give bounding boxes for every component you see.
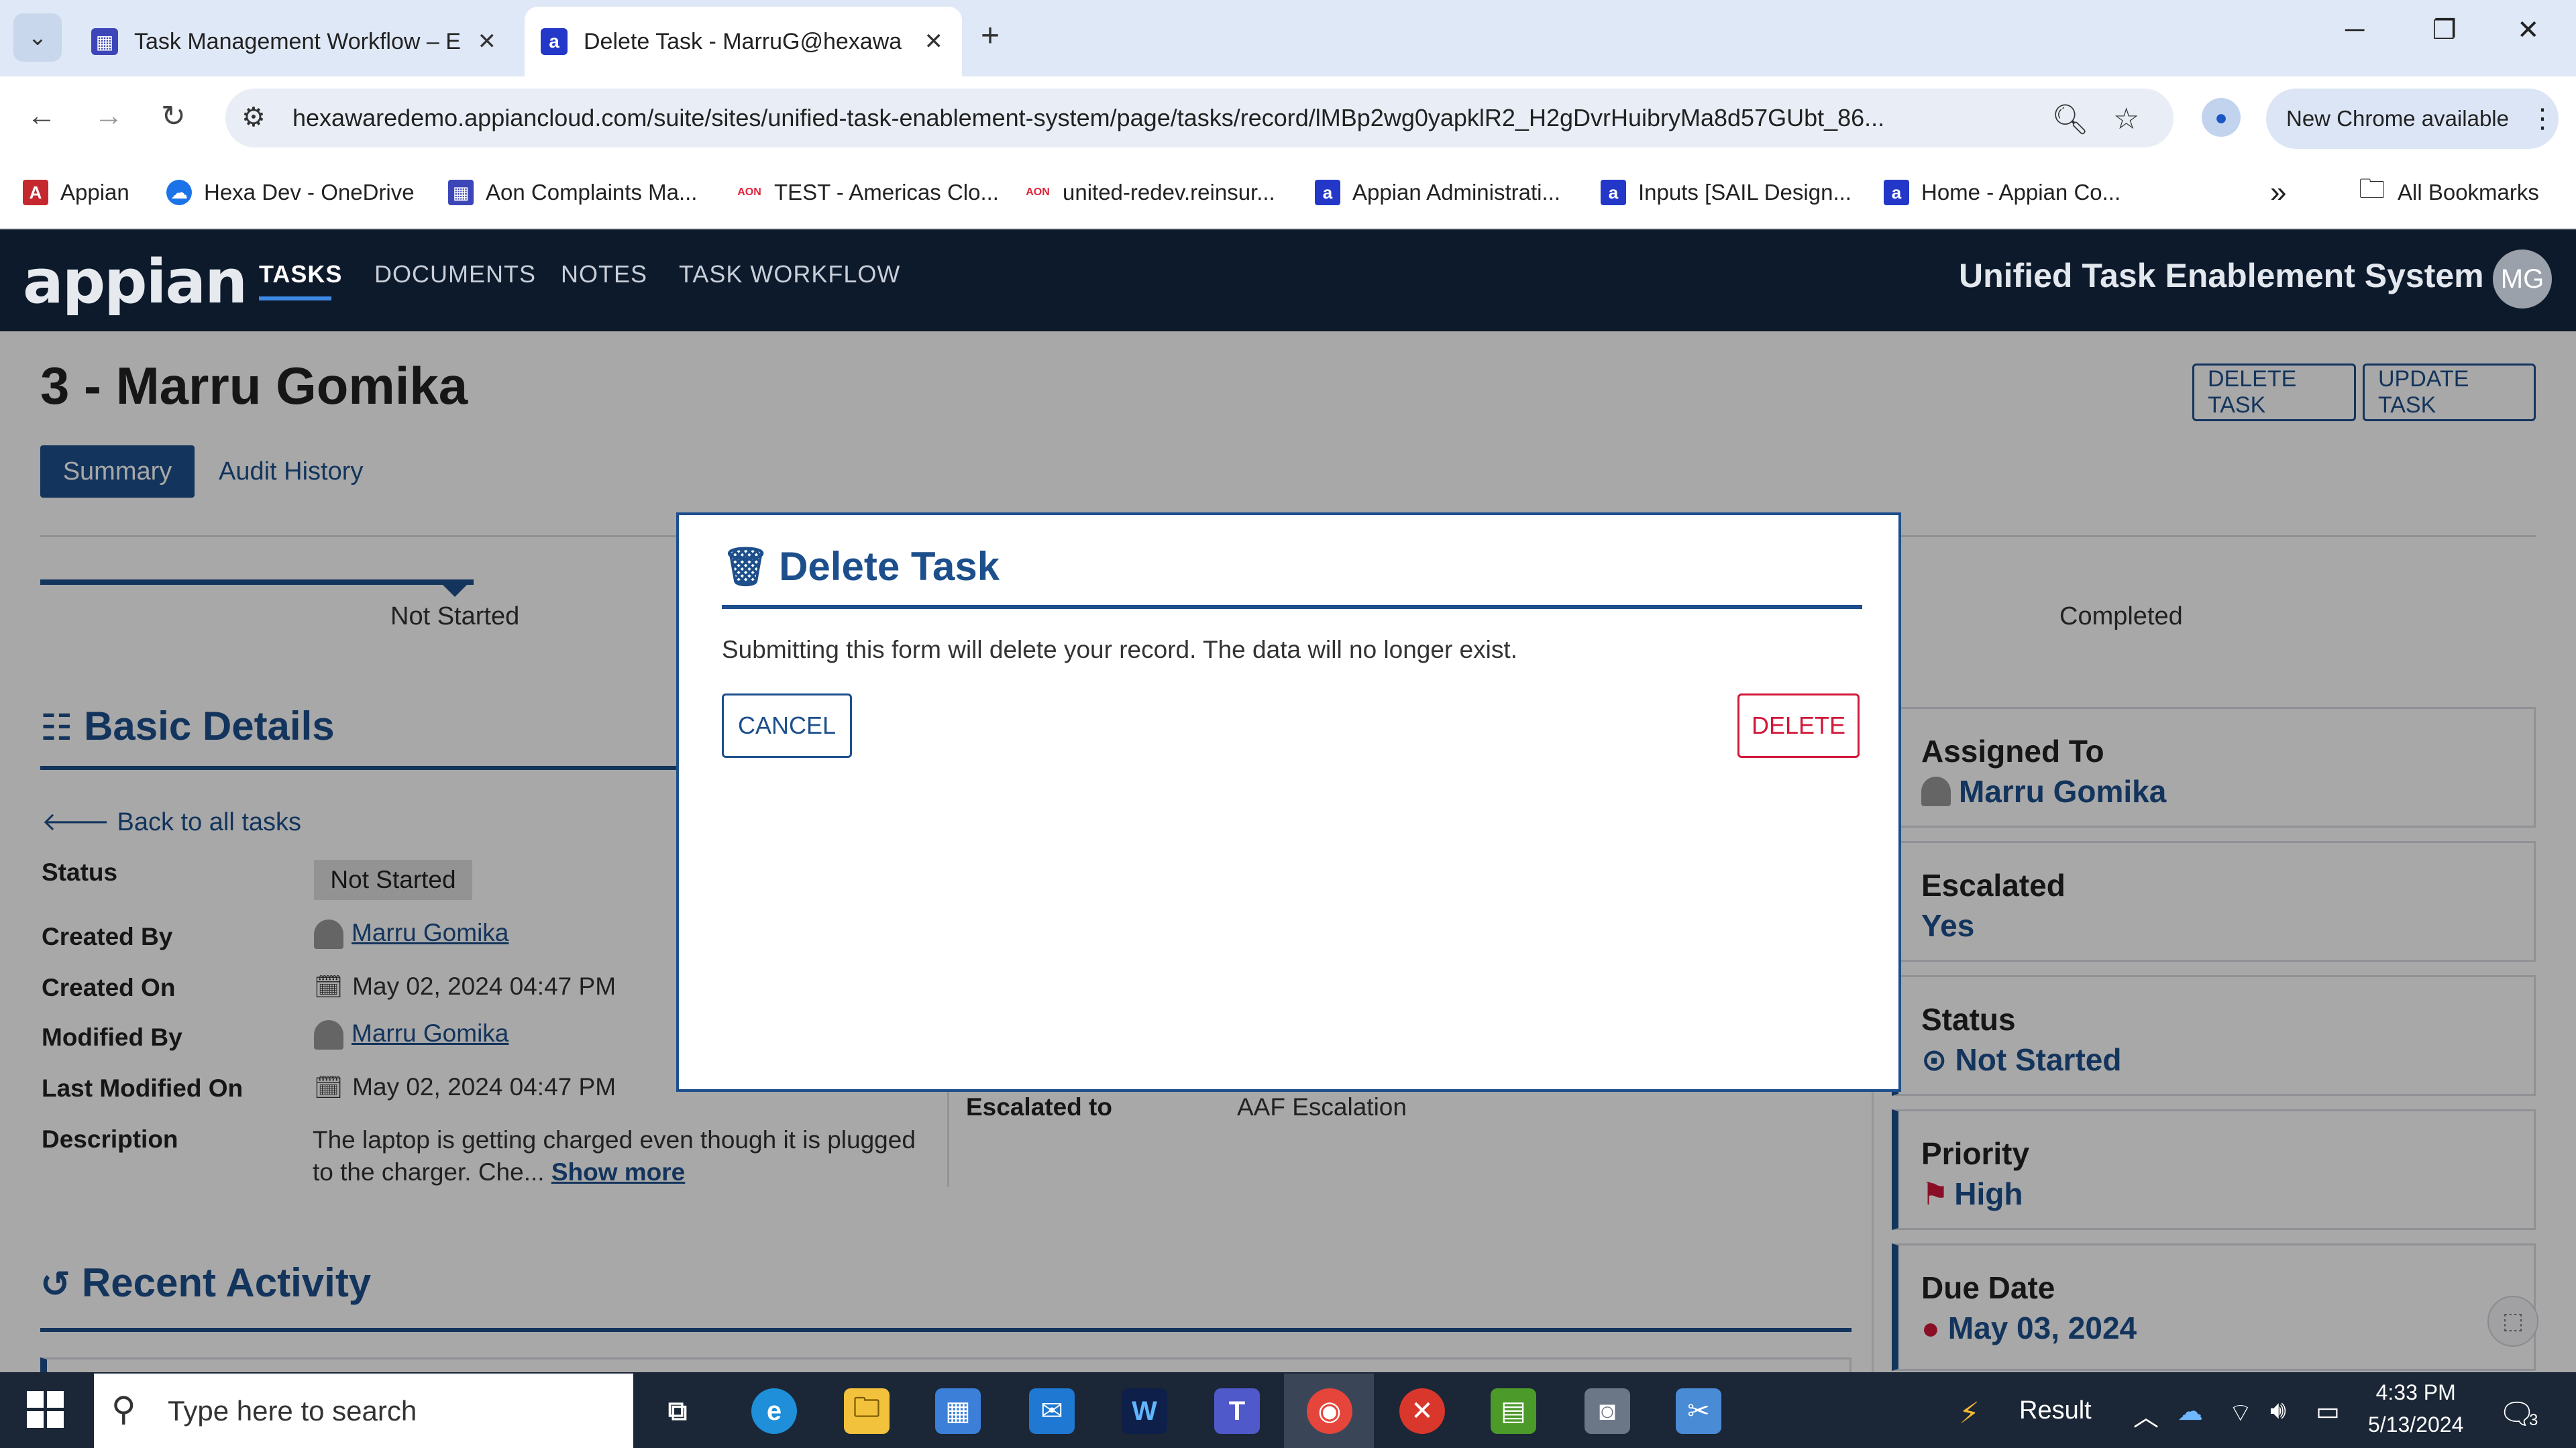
cancel-button[interactable]: CANCEL bbox=[722, 693, 852, 758]
dialog-title-underline bbox=[722, 605, 1862, 609]
tab-close-icon[interactable]: ✕ bbox=[924, 28, 944, 55]
tab-search-chevron-icon[interactable]: ⌄ bbox=[13, 13, 62, 62]
cloud-icon: ☁ bbox=[166, 180, 192, 205]
user-avatar[interactable]: MG bbox=[2493, 249, 2552, 309]
taskbar-search-input[interactable]: Type here to search bbox=[94, 1374, 633, 1448]
reload-icon[interactable]: ↻ bbox=[161, 99, 186, 133]
bookmark-home-appian[interactable]: a Home - Appian Co... bbox=[1884, 176, 2121, 209]
search-placeholder: Type here to search bbox=[168, 1394, 417, 1427]
new-chrome-button[interactable]: New Chrome available ⋮ bbox=[2266, 89, 2559, 149]
new-chrome-label: New Chrome available bbox=[2286, 106, 2509, 131]
tab-close-icon[interactable]: ✕ bbox=[478, 28, 497, 55]
chrome-icon[interactable]: ◉ bbox=[1307, 1388, 1352, 1434]
bookmark-label: Hexa Dev - OneDrive bbox=[204, 180, 415, 205]
site-settings-icon[interactable]: ⚙ bbox=[241, 102, 266, 133]
url-input[interactable]: hexawaredemo.appiancloud.com/suite/sites… bbox=[225, 89, 2174, 148]
delete-task-dialog: 🗑 Delete Task Submitting this form will … bbox=[676, 512, 1901, 1092]
bookmark-label: TEST - Americas Clo... bbox=[774, 180, 999, 205]
bookmark-label: united-redev.reinsur... bbox=[1063, 180, 1275, 205]
teams-icon[interactable]: T bbox=[1214, 1388, 1260, 1434]
browser-tab-delete-task[interactable]: a Delete Task - MarruG@hexawa ✕ bbox=[525, 7, 962, 76]
forward-arrow-icon[interactable]: → bbox=[94, 99, 123, 133]
nav-tasks[interactable]: TASKS bbox=[259, 260, 342, 288]
volume-icon[interactable]: 🔊︎ bbox=[2270, 1396, 2286, 1425]
nav-notes[interactable]: NOTES bbox=[561, 260, 647, 288]
tab-favicon-icon: a bbox=[541, 28, 568, 55]
tab-title: Task Management Workflow – E bbox=[134, 28, 461, 54]
close-window-icon[interactable]: ✕ bbox=[2517, 15, 2540, 46]
appian-a-icon: a bbox=[1884, 180, 1909, 205]
onedrive-cloud-icon[interactable]: ☁ bbox=[2178, 1396, 2203, 1427]
aon-logo-icon: AON bbox=[737, 186, 761, 198]
trash-icon: 🗑 bbox=[722, 545, 770, 588]
spreadsheet-icon[interactable]: ▤ bbox=[1491, 1388, 1536, 1434]
wifi-icon[interactable]: ⌔ bbox=[2229, 1396, 2253, 1429]
active-nav-underline bbox=[259, 296, 331, 300]
snipping-tool-icon[interactable]: ✂ bbox=[1676, 1388, 1721, 1434]
task-view-icon[interactable]: ⧉ bbox=[655, 1388, 700, 1434]
bookmark-test-americas[interactable]: AON TEST - Americas Clo... bbox=[737, 176, 999, 209]
delete-button[interactable]: DELETE bbox=[1737, 693, 1860, 758]
battery-icon[interactable]: ▭ bbox=[2316, 1396, 2340, 1427]
tray-result-label[interactable]: Result bbox=[2019, 1396, 2092, 1425]
more-bookmarks-chevron-icon[interactable]: » bbox=[2270, 176, 2286, 209]
tab-title: Delete Task - MarruG@hexawa bbox=[584, 28, 902, 54]
profile-avatar-icon[interactable]: ● bbox=[2202, 98, 2241, 137]
remote-desktop-icon[interactable]: ✕ bbox=[1399, 1388, 1445, 1434]
bookmark-appian-admin[interactable]: a Appian Administrati... bbox=[1315, 176, 1560, 209]
zoom-search-icon[interactable]: 🔍︎ bbox=[2051, 102, 2089, 137]
new-tab-plus-icon[interactable]: + bbox=[981, 17, 1000, 54]
all-bookmarks-label: All Bookmarks bbox=[2398, 180, 2539, 205]
result-app-icon[interactable]: ⚡ bbox=[1959, 1396, 1980, 1431]
bookmark-onedrive[interactable]: ☁ Hexa Dev - OneDrive bbox=[166, 176, 415, 209]
bookmark-inputs-sail[interactable]: a Inputs [SAIL Design... bbox=[1601, 176, 1851, 209]
dialog-title-text: Delete Task bbox=[779, 544, 1000, 589]
clock-date: 5/13/2024 bbox=[2368, 1412, 2464, 1437]
dialog-message: Submitting this form will delete your re… bbox=[722, 636, 1517, 663]
site-name: Unified Task Enablement System bbox=[1959, 257, 2484, 294]
bookmark-label: Aon Complaints Ma... bbox=[486, 180, 698, 205]
clock-time: 4:33 PM bbox=[2375, 1380, 2456, 1404]
back-arrow-icon[interactable]: ← bbox=[27, 99, 56, 133]
camera-icon[interactable]: ◙ bbox=[1585, 1388, 1630, 1434]
nav-documents[interactable]: DOCUMENTS bbox=[374, 260, 536, 288]
file-explorer-icon[interactable]: 🗀 bbox=[844, 1388, 890, 1434]
url-text: hexawaredemo.appiancloud.com/suite/sites… bbox=[292, 104, 1885, 131]
mail-icon[interactable]: ✉ bbox=[1029, 1388, 1075, 1434]
bookmark-appian[interactable]: A Appian bbox=[23, 176, 129, 209]
tab-favicon-icon: ▦ bbox=[91, 28, 118, 55]
show-hidden-icons-chevron-icon[interactable]: ︿ bbox=[2133, 1396, 2159, 1433]
notification-count: 3 bbox=[2529, 1411, 2538, 1429]
webex-icon[interactable]: W bbox=[1122, 1388, 1167, 1434]
bookmark-label: Inputs [SAIL Design... bbox=[1638, 180, 1851, 205]
restore-icon[interactable]: ❐ bbox=[2432, 15, 2457, 46]
kebab-menu-icon[interactable]: ⋮ bbox=[2529, 103, 2556, 134]
appian-logo[interactable]: appian bbox=[23, 247, 248, 317]
nav-task-workflow[interactable]: TASK WORKFLOW bbox=[679, 260, 900, 288]
bookmark-star-icon[interactable]: ☆ bbox=[2113, 102, 2139, 136]
minimize-icon[interactable]: ─ bbox=[2345, 15, 2364, 45]
edge-browser-icon[interactable]: e bbox=[751, 1388, 797, 1434]
microsoft-store-icon[interactable]: ▦ bbox=[935, 1388, 981, 1434]
bookmark-label: Appian Administrati... bbox=[1352, 180, 1560, 205]
appian-a-icon: a bbox=[1315, 180, 1340, 205]
folder-icon: 🗀 bbox=[2359, 174, 2385, 204]
bookmark-label: Home - Appian Co... bbox=[1921, 180, 2121, 205]
bookmark-aon-complaints[interactable]: ▦ Aon Complaints Ma... bbox=[448, 176, 697, 209]
grid-icon: ▦ bbox=[448, 180, 474, 205]
all-bookmarks-folder[interactable]: 🗀 All Bookmarks bbox=[2359, 174, 2539, 209]
bookmark-label: Appian bbox=[60, 180, 129, 205]
search-icon: ⚲ bbox=[111, 1390, 136, 1428]
appian-logo-icon: A bbox=[23, 180, 48, 205]
appian-a-icon: a bbox=[1601, 180, 1626, 205]
browser-tab-task-management[interactable]: ▦ Task Management Workflow – E ✕ bbox=[86, 7, 515, 76]
bookmark-united-redev[interactable]: AON united-redev.reinsur... bbox=[1025, 176, 1275, 209]
site-switcher[interactable]: Unified Task Enablement System ▾ bbox=[1959, 256, 2504, 295]
windows-start-icon[interactable] bbox=[27, 1391, 64, 1429]
aon-logo-icon: AON bbox=[1026, 186, 1050, 198]
taskbar-clock[interactable]: 4:33 PM 5/13/2024 bbox=[2368, 1376, 2463, 1441]
dialog-title: 🗑 Delete Task bbox=[722, 543, 1000, 590]
